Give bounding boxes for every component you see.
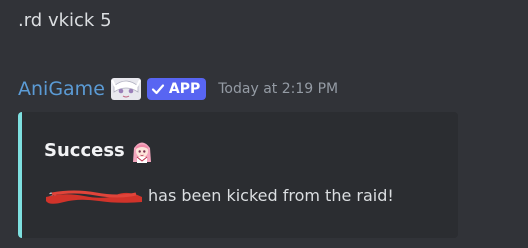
chat-view: .rd vkick 5 AniGame APP Today at 2:19 PM… <box>0 0 528 248</box>
app-badge-label: APP <box>168 81 201 97</box>
embed-title: Success <box>44 138 153 164</box>
app-badge: APP <box>146 78 207 100</box>
embed-description: a has been kicked from the raid! <box>44 184 394 208</box>
message-header: AniGame APP Today at 2:19 PM <box>18 76 338 102</box>
message-timestamp[interactable]: Today at 2:19 PM <box>218 79 338 99</box>
check-icon <box>151 84 164 95</box>
previous-message-text: .rd vkick 5 <box>18 10 112 31</box>
anime-girl-emoji-icon <box>132 142 151 163</box>
anime-face-emoji-icon <box>110 78 141 100</box>
message-embed: Success a has been kicked from the raid! <box>18 112 458 238</box>
author-name[interactable]: AniGame <box>18 76 105 102</box>
embed-title-text: Success <box>44 140 125 161</box>
redacted-username-mark: a <box>46 187 142 205</box>
embed-description-text: has been kicked from the raid! <box>148 186 394 205</box>
